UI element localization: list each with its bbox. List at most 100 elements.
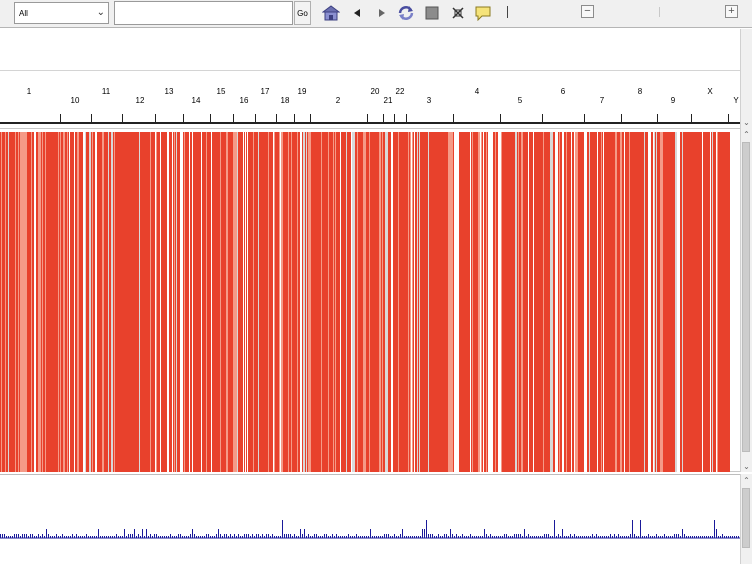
chromosome-label[interactable]: 4 (475, 87, 479, 96)
chromosome-label[interactable]: 6 (561, 87, 565, 96)
home-icon[interactable] (322, 4, 340, 22)
coverage-bar (620, 536, 621, 538)
coverage-bar (626, 536, 627, 538)
chromosome-label[interactable]: 3 (427, 96, 431, 105)
scroll-down-icon[interactable]: ⌄ (741, 462, 752, 471)
coverage-bar (160, 536, 161, 538)
chromosome-label[interactable]: 12 (136, 96, 145, 105)
coverage-scrollbar[interactable]: ⌃ (740, 474, 752, 564)
segment-stripe (280, 132, 281, 472)
chromosome-tick (276, 114, 277, 122)
segment-stripe (150, 132, 151, 472)
chromosome-label[interactable]: Y (733, 96, 738, 105)
coverage-bar (416, 536, 417, 538)
chromosome-label[interactable]: 8 (638, 87, 642, 96)
coverage-bar (338, 536, 339, 538)
coverage-bar (448, 536, 449, 538)
scroll-up-icon[interactable]: ⌃ (741, 476, 752, 485)
chromosome-label[interactable]: X (707, 87, 712, 96)
chromosome-label[interactable]: 14 (192, 96, 201, 105)
coverage-bar (134, 529, 135, 538)
go-button[interactable]: Go (294, 1, 311, 25)
coverage-bar (264, 536, 265, 538)
coverage-bar (216, 534, 217, 538)
chromosome-label[interactable]: 11 (102, 87, 110, 96)
coverage-bar (230, 534, 231, 538)
data-track-scrollbar[interactable]: ⌃ ⌄ (740, 128, 752, 472)
coverage-bar (726, 536, 727, 538)
chromosome-label[interactable]: 18 (281, 96, 290, 105)
segment-stripe (35, 132, 36, 472)
back-icon[interactable] (348, 4, 366, 22)
coverage-bar (78, 536, 79, 538)
coverage-bar (496, 536, 497, 538)
coverage-bar (130, 534, 131, 538)
coverage-bar (564, 536, 565, 538)
coverage-bar (242, 536, 243, 538)
scroll-up-icon[interactable]: ⌃ (741, 130, 752, 139)
coverage-bar (66, 536, 67, 538)
chromosome-select[interactable]: All ⌄ (14, 2, 109, 24)
segment-stripe (112, 132, 113, 472)
coverage-bar (380, 536, 381, 538)
chromosome-label[interactable]: 22 (396, 87, 405, 96)
segment-stripe (495, 132, 496, 472)
coverage-bar (254, 536, 255, 538)
resize-to-window-icon[interactable] (449, 4, 467, 22)
chromosome-label[interactable]: 2 (336, 96, 340, 105)
chromosome-label[interactable]: 20 (371, 87, 380, 96)
refresh-icon[interactable] (397, 4, 415, 22)
coverage-bar (450, 529, 451, 538)
chromosome-label[interactable]: 7 (600, 96, 604, 105)
segment-stripe (682, 132, 683, 472)
locus-search-input[interactable] (114, 1, 293, 25)
coverage-bar (170, 534, 171, 538)
scroll-down-icon[interactable]: ⌄ (741, 118, 752, 127)
chromosome-label[interactable]: 19 (298, 87, 307, 96)
coverage-bar (440, 536, 441, 538)
coverage-bar (570, 534, 571, 538)
chromosome-label[interactable]: 21 (384, 96, 393, 105)
chromosome-label[interactable]: 17 (261, 87, 270, 96)
chromosome-tick (728, 114, 729, 122)
coverage-bar (670, 536, 671, 538)
segment-stripe (155, 132, 156, 472)
coverage-bar (340, 536, 341, 538)
segment-stripe (226, 132, 227, 472)
segment-stripe (629, 132, 630, 472)
segment-stripe (470, 132, 471, 472)
segment-stripe (716, 132, 717, 472)
coverage-bar (700, 536, 701, 538)
segment-stripe (346, 132, 347, 472)
zoom-slider[interactable] (659, 7, 660, 17)
chromosome-label[interactable]: 10 (71, 96, 80, 105)
header-panel (0, 29, 740, 71)
coverage-bar (648, 534, 649, 538)
coverage-bar (108, 536, 109, 538)
scrollbar-thumb[interactable] (742, 488, 750, 548)
chromosome-label[interactable]: 9 (671, 96, 675, 105)
coverage-bar (714, 520, 715, 538)
coverage-bar (514, 534, 515, 538)
segment-stripe (398, 132, 399, 472)
chromosome-label[interactable]: 13 (165, 87, 174, 96)
segment-stripe (411, 132, 412, 472)
zoom-out-button[interactable]: − (581, 5, 594, 18)
region-of-interest-icon[interactable] (423, 4, 441, 22)
coverage-bar (212, 536, 213, 538)
header-scrollbar[interactable] (740, 29, 752, 71)
scrollbar-thumb[interactable] (742, 142, 750, 452)
coverage-bar (162, 536, 163, 538)
chromosome-label[interactable]: 16 (240, 96, 249, 105)
ruler-scrollbar[interactable]: ⌄ (740, 71, 752, 128)
zoom-in-button[interactable]: + (725, 5, 738, 18)
chromosome-label[interactable]: 1 (27, 87, 31, 96)
chromosome-label[interactable]: 5 (518, 96, 522, 105)
segment-stripe (31, 132, 32, 472)
chromosome-label[interactable]: 15 (217, 87, 226, 96)
segment-stripe (306, 132, 307, 472)
forward-icon[interactable] (373, 4, 391, 22)
coverage-panel[interactable] (0, 474, 740, 565)
popup-info-icon[interactable] (474, 4, 492, 22)
data-track-panel[interactable] (0, 128, 740, 472)
